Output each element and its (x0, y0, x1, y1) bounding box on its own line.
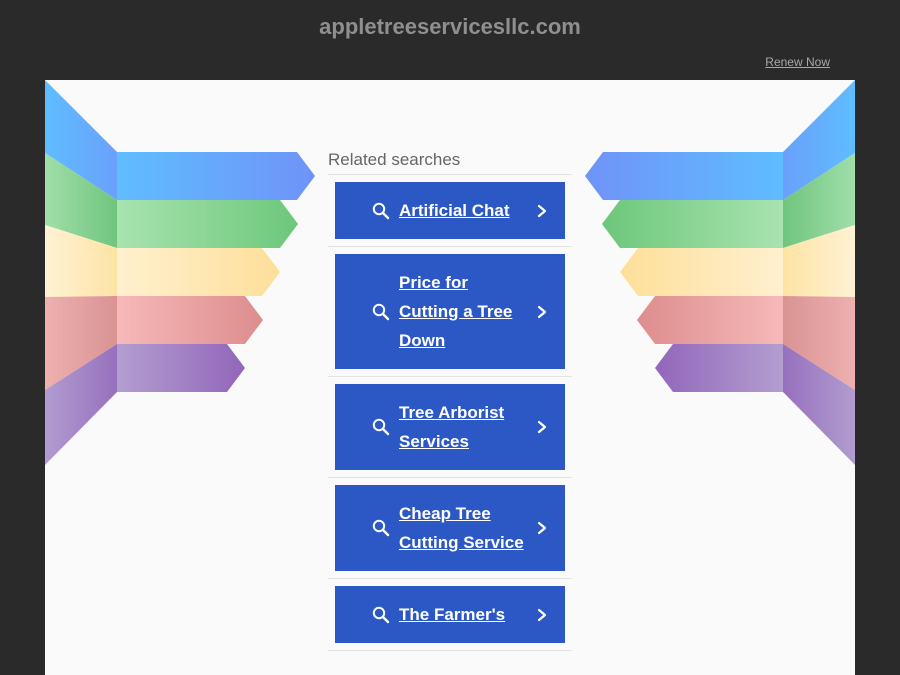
content-panel: Related searches Artificial Chat Price f… (45, 80, 855, 675)
right-ribbon-decoration (585, 80, 855, 465)
related-search-label: Cheap Tree Cutting Service (399, 504, 524, 552)
renew-now-link[interactable]: Renew Now (765, 55, 830, 69)
chevron-right-icon (537, 521, 547, 535)
search-icon (372, 519, 390, 537)
related-search-label: The Farmer's (399, 605, 506, 624)
chevron-right-icon (537, 305, 547, 318)
related-searches-heading: Related searches (328, 150, 572, 175)
search-icon (372, 418, 390, 436)
related-search-item: Price for Cutting a Tree Down (328, 247, 572, 377)
search-icon (372, 606, 390, 623)
related-searches-list: Artificial Chat Price for Cutting a Tree… (328, 175, 572, 651)
related-search-link[interactable]: Cheap Tree Cutting Service (335, 485, 565, 571)
site-domain-title: appletreeservicesllc.com (319, 14, 581, 39)
related-search-link[interactable]: Artificial Chat (335, 182, 565, 239)
search-icon (372, 303, 390, 320)
related-searches: Related searches Artificial Chat Price f… (328, 150, 572, 651)
related-search-link[interactable]: Price for Cutting a Tree Down (335, 254, 565, 369)
related-search-item: Tree Arborist Services (328, 377, 572, 478)
chevron-right-icon (537, 608, 547, 621)
related-search-label: Tree Arborist Services (399, 403, 505, 451)
chevron-right-icon (537, 420, 547, 434)
related-search-label: Artificial Chat (399, 201, 510, 220)
left-ribbon-decoration (45, 80, 315, 465)
related-search-item: The Farmer's (328, 579, 572, 651)
related-search-link[interactable]: The Farmer's (335, 586, 565, 643)
search-icon (372, 202, 390, 219)
chevron-right-icon (537, 204, 547, 217)
related-search-label: Price for Cutting a Tree Down (399, 273, 513, 350)
related-search-item: Cheap Tree Cutting Service (328, 478, 572, 579)
related-search-item: Artificial Chat (328, 175, 572, 247)
related-search-link[interactable]: Tree Arborist Services (335, 384, 565, 470)
